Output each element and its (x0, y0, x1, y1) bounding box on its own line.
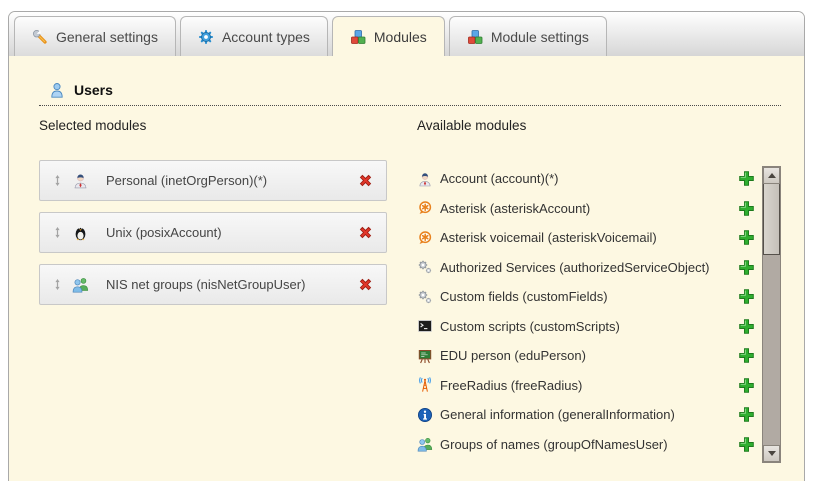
available-module-row: Custom fields (customFields) (417, 282, 755, 312)
scrollbar-down-button[interactable] (763, 445, 780, 462)
available-modules-column: Available modules Account (account)(*) A… (417, 118, 781, 463)
selected-modules-label: Selected modules (39, 118, 387, 133)
available-module-row: EDU person (eduPerson) (417, 341, 755, 371)
person-icon (72, 172, 89, 189)
add-module-button[interactable] (738, 200, 755, 217)
available-module-row: Authorized Services (authorizedServiceOb… (417, 253, 755, 283)
plus-icon (738, 200, 755, 217)
selected-module-row[interactable]: NIS net groups (nisNetGroupUser) (39, 264, 387, 305)
tab-module-settings[interactable]: Module settings (449, 16, 607, 56)
delete-icon (357, 276, 374, 293)
available-module-row: Account (account)(*) (417, 164, 755, 194)
users-section-heading: Users (39, 82, 781, 106)
tab-modules[interactable]: Modules (332, 16, 445, 56)
delete-icon (357, 172, 374, 189)
antenna-icon (417, 377, 433, 393)
delete-icon (357, 224, 374, 241)
plus-icon (738, 288, 755, 305)
selected-modules-list: Personal (inetOrgPerson)(*) Unix (posixA… (39, 160, 387, 305)
module-label: Account (account)(*) (440, 171, 732, 186)
person-icon (417, 171, 433, 187)
add-module-button[interactable] (738, 318, 755, 335)
available-module-row: Groups of names (groupOfNamesUser) (417, 430, 755, 460)
modules-tab-content: Users Selected modules Personal (inetOrg… (9, 56, 804, 463)
drag-handle-icon[interactable] (52, 278, 63, 291)
plus-icon (738, 229, 755, 246)
asterisk-icon (417, 230, 433, 246)
module-label: Asterisk voicemail (asteriskVoicemail) (440, 230, 732, 245)
selected-module-row[interactable]: Personal (inetOrgPerson)(*) (39, 160, 387, 201)
plus-icon (738, 406, 755, 423)
module-label: Personal (inetOrgPerson)(*) (106, 173, 357, 188)
add-module-button[interactable] (738, 377, 755, 394)
add-module-button[interactable] (738, 436, 755, 453)
module-label: Authorized Services (authorizedServiceOb… (440, 260, 732, 275)
plus-icon (738, 347, 755, 364)
add-module-button[interactable] (738, 170, 755, 187)
add-module-button[interactable] (738, 288, 755, 305)
add-module-button[interactable] (738, 406, 755, 423)
plus-icon (738, 377, 755, 394)
add-module-button[interactable] (738, 229, 755, 246)
asterisk-icon (417, 200, 433, 216)
module-label: Groups of names (groupOfNamesUser) (440, 437, 732, 452)
scrollbar-thumb[interactable] (763, 184, 780, 255)
module-label: FreeRadius (freeRadius) (440, 378, 732, 393)
plus-icon (738, 436, 755, 453)
scrollbar-track[interactable] (763, 255, 780, 445)
available-modules-list: Account (account)(*) Asterisk (asteriskA… (417, 164, 755, 463)
terminal-icon (417, 318, 433, 334)
module-label: Custom fields (customFields) (440, 289, 732, 304)
available-module-row: FreeRadius (freeRadius) (417, 371, 755, 401)
add-module-button[interactable] (738, 259, 755, 276)
add-module-button[interactable] (738, 347, 755, 364)
tab-account-types[interactable]: Account types (180, 16, 328, 56)
available-modules-scrollbar[interactable] (762, 166, 781, 463)
section-title: Users (74, 82, 113, 98)
down-arrow-icon (768, 451, 776, 456)
scrollbar-up-button[interactable] (763, 167, 780, 184)
available-module-row: Custom scripts (customScripts) (417, 312, 755, 342)
wrench-icon (32, 29, 48, 45)
selected-module-row[interactable]: Unix (posixAccount) (39, 212, 387, 253)
available-modules-label: Available modules (417, 118, 781, 133)
plus-icon (738, 318, 755, 335)
available-module-row: General information (generalInformation) (417, 400, 755, 430)
remove-module-button[interactable] (357, 224, 374, 241)
penguin-icon (72, 224, 89, 241)
gears-icon (417, 259, 433, 275)
modules-icon (467, 29, 483, 45)
user-icon (49, 82, 65, 98)
tab-general-settings[interactable]: General settings (14, 16, 176, 56)
available-module-row: Asterisk voicemail (asteriskVoicemail) (417, 223, 755, 253)
selected-modules-column: Selected modules Personal (inetOrgPerson… (39, 118, 387, 463)
plus-icon (738, 170, 755, 187)
remove-module-button[interactable] (357, 276, 374, 293)
info-icon (417, 407, 433, 423)
up-arrow-icon (768, 173, 776, 178)
tab-bar: General settings Account types Modules M… (9, 12, 804, 56)
drag-handle-icon[interactable] (52, 226, 63, 239)
module-label: Unix (posixAccount) (106, 225, 357, 240)
group-icon (72, 276, 89, 293)
modules-icon (350, 29, 366, 45)
group-icon (417, 436, 433, 452)
module-label: EDU person (eduPerson) (440, 348, 732, 363)
plus-icon (738, 259, 755, 276)
settings-panel: General settings Account types Modules M… (8, 11, 805, 481)
gear-icon (198, 29, 214, 45)
drag-handle-icon[interactable] (52, 174, 63, 187)
module-label: General information (generalInformation) (440, 407, 732, 422)
module-label: Asterisk (asteriskAccount) (440, 201, 732, 216)
chalkboard-icon (417, 348, 433, 364)
module-label: Custom scripts (customScripts) (440, 319, 732, 334)
module-label: NIS net groups (nisNetGroupUser) (106, 277, 357, 292)
gears-icon (417, 289, 433, 305)
available-module-row: Asterisk (asteriskAccount) (417, 194, 755, 224)
remove-module-button[interactable] (357, 172, 374, 189)
